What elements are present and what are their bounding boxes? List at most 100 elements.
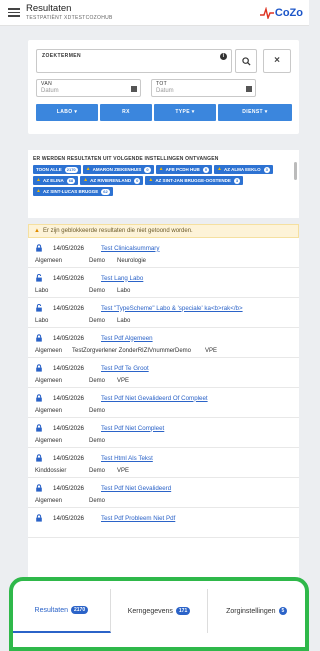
result-title-link[interactable]: Test Pdf Niet Gevalideerd: [101, 485, 171, 492]
tab-label: Zorginstellingen: [226, 607, 276, 615]
scrollbar[interactable]: [294, 162, 297, 180]
page-title: Resultaten: [26, 3, 72, 14]
result-meta: Kinddossier: [35, 468, 67, 474]
calendar-icon: [131, 86, 137, 92]
result-title-link[interactable]: Test Lang Labo: [101, 275, 143, 282]
result-meta: Labo: [35, 318, 49, 324]
result-title-link[interactable]: Test Pdf Niet Compleet: [101, 425, 164, 432]
institution-chip[interactable]: ▲ AZ ELINA 68: [33, 176, 79, 185]
app-header: Resultaten TESTPATIËNT XDTESTCOZOHUB CoZ…: [0, 0, 309, 26]
result-row[interactable]: 14/05/2026 Test Html Als Tekst Kinddossier…: [28, 448, 299, 478]
cozo-logo: CoZo: [257, 4, 303, 22]
tab-zorginstellingen[interactable]: Zorginstellingen 5: [208, 589, 305, 633]
result-meta: Labo: [117, 288, 131, 294]
warning-text: Er zijn geblokkeerde resultaten die niet…: [42, 228, 193, 234]
result-row[interactable]: 14/05/2026 Test Pdf Te Groot Algemeen Demo V…: [28, 358, 299, 388]
info-icon[interactable]: i: [220, 53, 227, 60]
result-row[interactable]: 14/05/2026 Test Clinicalsummary Algemeen De…: [28, 238, 299, 268]
from-placeholder: Datum: [41, 88, 59, 94]
result-title-link[interactable]: Test Html Als Tekst: [101, 455, 153, 462]
search-placeholder: ZOEKTERMEN: [42, 53, 81, 59]
result-row[interactable]: 14/05/2026 Test Pdf Algemeen Algemeen TestZ…: [28, 328, 299, 358]
institution-chip[interactable]: ▲ AZ SINT-JAN BRUGGE-OOSTENDE 3: [145, 176, 244, 185]
to-date-field[interactable]: TOT Datum: [151, 79, 256, 97]
type-filter-button[interactable]: TYPE ▾: [154, 104, 216, 121]
search-icon: [241, 56, 251, 66]
bottom-tab-bar: Resultaten 2170 Kerngegevens 171 Zorginstell…: [9, 577, 309, 651]
result-row[interactable]: 14/05/2026 Test "TypeScheme" Labo & 'spec…: [28, 298, 299, 328]
tab-resultaten[interactable]: Resultaten 2170: [13, 589, 111, 633]
result-title-link[interactable]: Test Pdf Probleem Niet Pdf: [101, 515, 175, 522]
warning-icon: ▲: [217, 166, 222, 172]
institution-chip[interactable]: ▲ AMARON ZIEKENHUIS 0: [82, 165, 154, 174]
to-label: TOT: [156, 81, 168, 87]
dienst-filter-button[interactable]: DIENST ▾: [218, 104, 292, 121]
tab-kerngegevens[interactable]: Kerngegevens 171: [111, 589, 209, 633]
warning-icon: ▲: [158, 166, 164, 172]
result-meta: Algemeen: [35, 378, 63, 384]
result-title-link[interactable]: Test Pdf Te Groot: [101, 365, 149, 372]
result-meta: Algemeen: [35, 498, 63, 504]
result-meta: Demo: [89, 498, 106, 504]
result-title-link[interactable]: Test Pdf Niet Gevalideerd Of Compleet: [101, 395, 208, 402]
chip-count: 0: [134, 177, 141, 184]
result-meta: Labo: [117, 318, 131, 324]
chip-label: AFB PCDH HUB: [165, 167, 200, 172]
result-meta: Demo: [89, 468, 106, 474]
lock-icon: [35, 394, 43, 402]
result-meta: VPE: [205, 348, 218, 354]
unlock-icon: [35, 273, 43, 282]
warning-icon: ▲: [148, 177, 154, 183]
lock-icon: [35, 484, 43, 492]
result-title-link[interactable]: Test Pdf Algemeen: [101, 335, 153, 342]
result-meta: Demo: [89, 318, 106, 324]
chip-label: AZ ELINA: [42, 178, 64, 183]
result-row[interactable]: 14/05/2026 Test Lang Labo Labo Demo Labo: [28, 268, 299, 298]
blocked-results-warning: ▲ Er zijn geblokkeerde resultaten die ni…: [28, 224, 299, 238]
result-meta: Algemeen: [35, 438, 63, 444]
show-all-chip[interactable]: TOON ALLE 2170: [33, 165, 81, 174]
calendar-icon: [246, 86, 252, 92]
hamburger-menu-icon[interactable]: [8, 8, 20, 19]
chip-count: 3: [263, 166, 270, 173]
lock-icon: [35, 424, 43, 432]
institution-chip[interactable]: ▲ AZ RIVIERENLAND 0: [80, 176, 144, 185]
clear-button[interactable]: ×: [263, 49, 291, 73]
institution-chip[interactable]: ▲ AFB PCDH HUB 0: [155, 165, 213, 174]
result-row[interactable]: 14/05/2026 Test Pdf Niet Gevalideerd Of C…: [28, 388, 299, 418]
institution-chip[interactable]: ▲ AZ ALMA EEKLO 3: [214, 165, 273, 174]
result-meta: VPE: [117, 468, 130, 474]
chip-label: TOON ALLE: [36, 167, 62, 172]
result-row[interactable]: 14/05/2026 Test Pdf Niet Gevalideerd Algem…: [28, 478, 299, 508]
result-meta: Demo: [89, 408, 106, 414]
result-title-link[interactable]: Test "TypeScheme" Labo & 'speciale' ka<b…: [101, 305, 243, 312]
result-date: 14/05/2026: [53, 364, 84, 372]
result-row[interactable]: 14/05/2026 Test Pdf Probleem Niet Pdf: [28, 508, 299, 538]
chip-count: 0: [144, 166, 151, 173]
rx-filter-button[interactable]: RX: [100, 104, 152, 121]
result-date: 14/05/2026: [53, 484, 84, 492]
tab-label: Kerngegevens: [127, 607, 173, 615]
result-meta: Neurologie: [117, 258, 147, 264]
result-meta: TestZorgverlener ZonderRIZIVnummer: [72, 348, 176, 354]
result-meta: Algemeen: [35, 408, 63, 414]
result-meta: Algemeen: [35, 258, 63, 264]
labo-filter-button[interactable]: LABO ▾: [36, 104, 98, 121]
warning-icon: ▲: [83, 177, 89, 183]
search-input[interactable]: ZOEKTERMEN i: [36, 49, 232, 73]
result-meta: Demo: [89, 378, 106, 384]
result-row[interactable]: 14/05/2026 Test Pdf Niet Compleet Algemeen…: [28, 418, 299, 448]
lock-icon: [35, 514, 43, 522]
result-meta: Demo: [89, 288, 106, 294]
chip-label: AZ SINT-JAN BRUGGE-OOSTENDE: [155, 178, 231, 183]
institution-chip[interactable]: ▲ AZ SINT-LUCAS BRUGGE 62: [33, 187, 113, 196]
search-button[interactable]: [235, 49, 257, 73]
result-date: 14/05/2026: [53, 334, 84, 342]
result-date: 14/05/2026: [53, 514, 84, 522]
result-title-link[interactable]: Test Clinicalsummary: [101, 245, 159, 252]
chip-count: 62: [101, 188, 110, 195]
result-meta: Algemeen: [35, 348, 63, 354]
chip-count: 3: [233, 177, 241, 184]
institution-chips: TOON ALLE 2170 ▲ AMARON ZIEKENHUIS 0 ▲ AFB PCD…: [33, 165, 288, 196]
from-date-field[interactable]: VAN Datum: [36, 79, 141, 97]
